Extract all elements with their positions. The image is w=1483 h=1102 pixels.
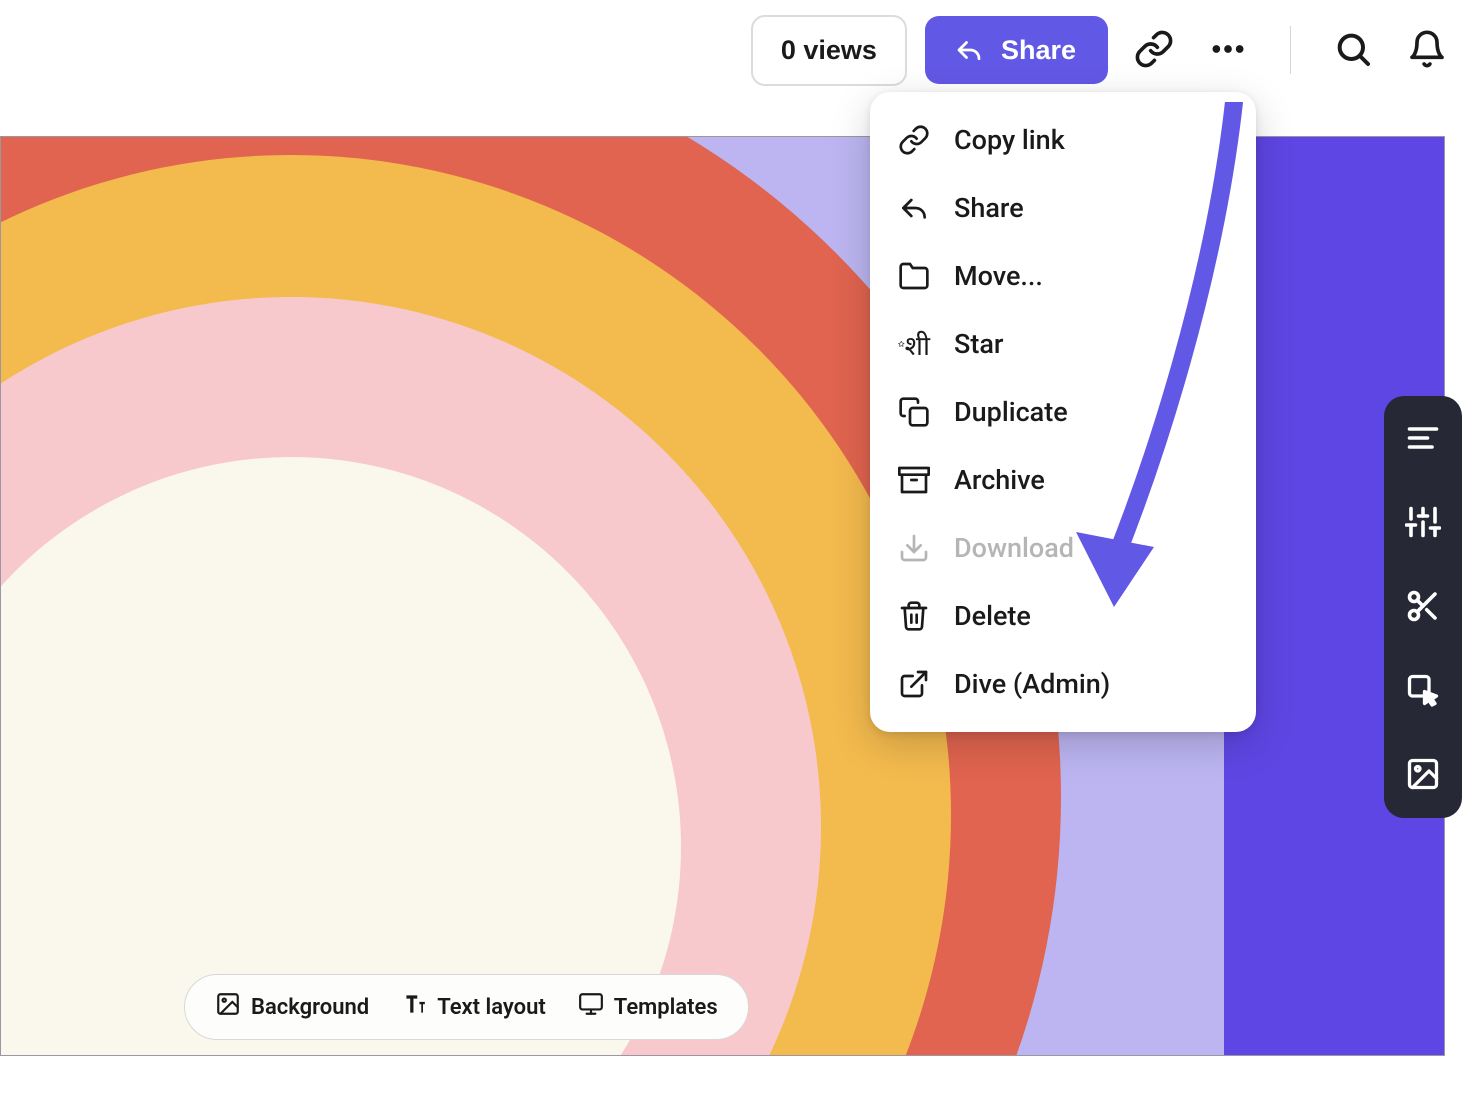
right-tools-panel [1384,396,1462,818]
share-button-label: Share [1001,35,1076,66]
menu-item-label: Share [954,192,1024,224]
monitor-icon [578,991,604,1023]
menu-item-label: Star [954,328,1003,360]
search-icon [1333,29,1373,72]
menu-item-label: Duplicate [954,396,1068,428]
menu-item-label: Download [954,532,1074,564]
background-button[interactable]: Background [215,991,369,1023]
notifications-button[interactable] [1399,22,1455,78]
menu-item-label: Move... [954,260,1043,292]
sliders-icon [1405,504,1441,543]
trash-icon [898,600,930,632]
bell-icon [1407,29,1447,72]
folder-icon [898,260,930,292]
menu-item-label: Delete [954,600,1031,632]
menu-item-share[interactable]: Share [870,174,1256,242]
toolbar-divider [1290,26,1291,74]
menu-item-copy-link[interactable]: Copy link [870,106,1256,174]
menu-item-star[interactable]: शी Star [870,310,1256,378]
copy-link-button[interactable] [1126,22,1182,78]
download-icon [898,532,930,564]
archive-icon [898,464,930,496]
menu-item-dive-admin[interactable]: Dive (Admin) [870,650,1256,718]
external-link-icon [898,668,930,700]
menu-item-archive[interactable]: Archive [870,446,1256,514]
scissors-icon [1405,588,1441,627]
link-icon [1134,29,1174,72]
text-layout-label: Text layout [437,995,546,1020]
background-label: Background [251,995,369,1020]
more-options-button[interactable] [1200,22,1256,78]
menu-item-label: Archive [954,464,1045,496]
canvas: Background Text layout Templates [0,136,1483,1102]
edit-controls-bar: Background Text layout Templates [184,974,749,1040]
menu-item-move[interactable]: Move... [870,242,1256,310]
tool-select-button[interactable] [1402,670,1444,712]
views-button[interactable]: 0 views [751,15,907,86]
align-left-icon [1405,420,1441,459]
image-icon [215,991,241,1023]
menu-item-delete[interactable]: Delete [870,582,1256,650]
share-icon [953,34,985,66]
tool-adjust-button[interactable] [1402,502,1444,544]
text-type-icon [401,991,427,1023]
menu-item-download: Download [870,514,1256,582]
link-icon [898,124,930,156]
tool-cut-button[interactable] [1402,586,1444,628]
tool-align-button[interactable] [1402,418,1444,460]
menu-item-duplicate[interactable]: Duplicate [870,378,1256,446]
square-cursor-icon [1405,672,1441,711]
more-options-menu: Copy link Share Move... शी Star Duplicat… [870,92,1256,732]
templates-button[interactable]: Templates [578,991,718,1023]
image-icon [1405,756,1441,795]
text-layout-button[interactable]: Text layout [401,991,546,1023]
star-icon: शी [898,328,930,360]
search-button[interactable] [1325,22,1381,78]
share-icon [898,192,930,224]
share-button[interactable]: Share [925,16,1108,84]
views-label: 0 views [781,35,877,65]
tool-image-button[interactable] [1402,754,1444,796]
more-horizontal-icon [1208,29,1248,72]
menu-item-label: Dive (Admin) [954,668,1110,700]
templates-label: Templates [614,995,718,1020]
menu-item-label: Copy link [954,124,1065,156]
duplicate-icon [898,396,930,428]
top-toolbar: 0 views Share [0,0,1483,100]
